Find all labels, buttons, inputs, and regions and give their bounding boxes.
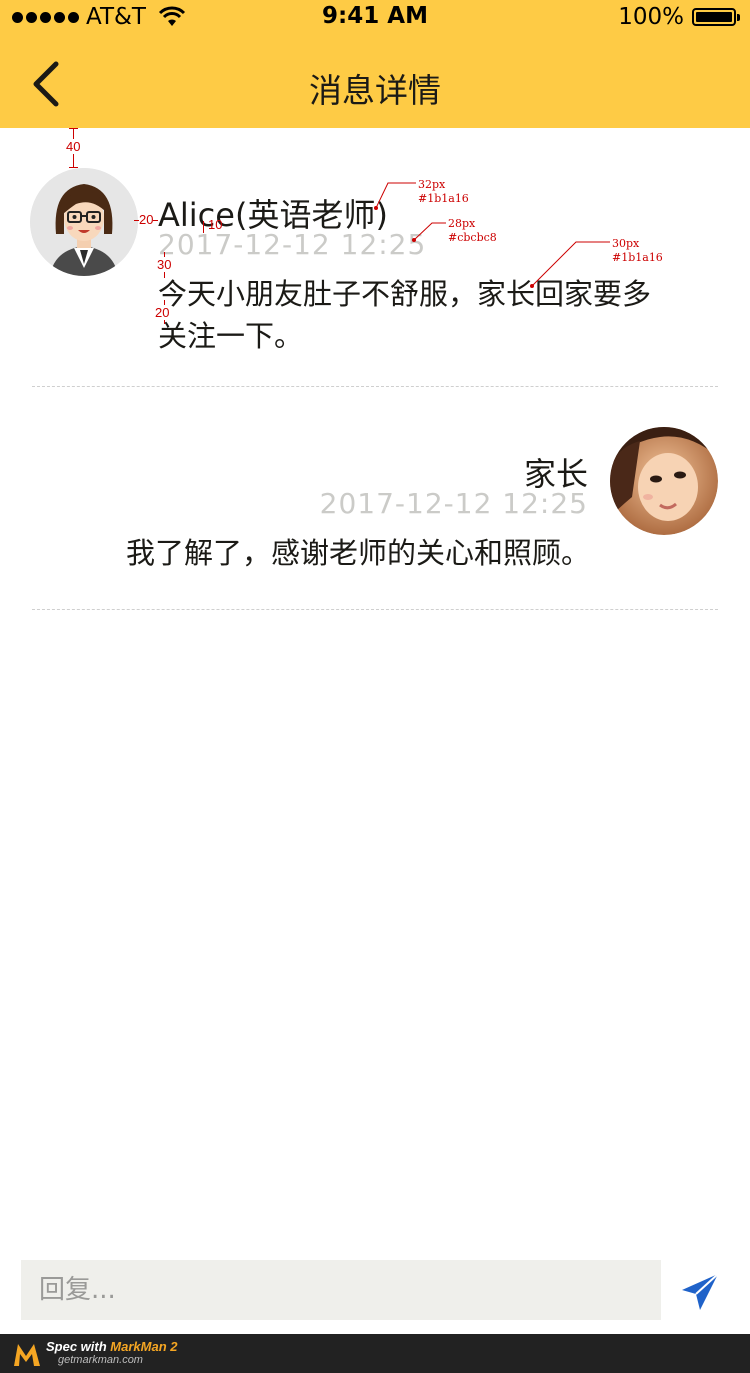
markman-logo-icon — [14, 1344, 40, 1366]
status-bar: AT&T 9:41 AM 100% — [0, 0, 750, 36]
battery-percent: 100% — [618, 4, 684, 30]
spec-gap-name-time: 10 — [208, 217, 223, 232]
spec-name-label: 32px #1b1a16 — [418, 178, 469, 206]
spec-color: #1b1a16 — [612, 251, 663, 264]
message-timestamp: 2017-12-12 12:25 — [158, 228, 427, 261]
footer-brand-name: MarkMan 2 — [110, 1339, 178, 1354]
footer-spec-with: Spec with — [46, 1339, 111, 1354]
message-timestamp: 2017-12-12 12:25 — [319, 487, 588, 520]
spec-leader-line — [530, 241, 610, 288]
message-divider — [32, 386, 718, 387]
parent-avatar[interactable] — [610, 427, 718, 535]
spec-leader-line — [374, 182, 416, 210]
spec-gap-tick — [69, 128, 78, 129]
message-body: 我了解了，感谢老师的关心和照顾。 — [125, 536, 590, 570]
spec-color: #cbcbc8 — [448, 231, 497, 244]
page-title: 消息详情 — [309, 71, 441, 110]
message-divider — [32, 609, 718, 610]
teacher-avatar-icon — [30, 168, 138, 276]
spec-gap-top: 40 — [66, 139, 81, 154]
spec-size: 32px — [418, 178, 446, 191]
markman-footer: Spec with MarkMan 2 getmarkman.com — [0, 1334, 750, 1373]
footer-brand: Spec with MarkMan 2 — [46, 1339, 178, 1354]
send-button[interactable] — [678, 1270, 722, 1314]
spec-color: #1b1a16 — [418, 192, 469, 205]
spec-gap-text-bottom: 20 — [155, 305, 170, 320]
spec-text-label: 30px #1b1a16 — [612, 237, 663, 265]
spec-gap-tick — [69, 167, 78, 168]
footer-url: getmarkman.com — [58, 1354, 143, 1366]
reply-input[interactable] — [21, 1260, 661, 1320]
spec-size: 28px — [448, 217, 476, 230]
header: AT&T 9:41 AM 100% 消息详情 — [0, 0, 750, 128]
spec-leader-line — [412, 222, 446, 242]
spec-size: 30px — [612, 237, 640, 250]
spec-gap-avatar-name: 20 — [139, 212, 154, 227]
spec-gap-time-text: 30 — [157, 257, 172, 272]
battery-icon — [692, 8, 740, 26]
spec-time-label: 28px #cbcbc8 — [448, 217, 497, 245]
spec-gap-line — [203, 221, 204, 233]
parent-avatar-icon — [610, 427, 718, 535]
teacher-avatar[interactable] — [30, 168, 138, 276]
